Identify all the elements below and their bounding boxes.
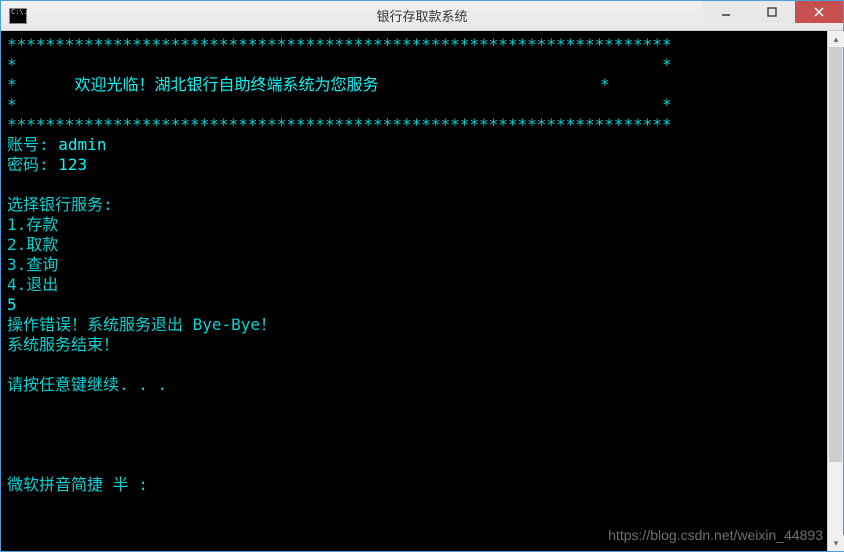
app-icon-text: C:\. bbox=[10, 9, 28, 16]
welcome-text: 欢迎光临！湖北银行自助终端系统为您服务 bbox=[74, 75, 378, 94]
app-window: C:\. 银行存取款系统 ***************************… bbox=[0, 0, 844, 552]
window-controls bbox=[703, 1, 843, 30]
menu-item-2: 2.取款 bbox=[7, 235, 58, 254]
border-left: * bbox=[7, 75, 17, 94]
minimize-icon bbox=[720, 6, 732, 18]
titlebar: C:\. 银行存取款系统 bbox=[1, 1, 843, 31]
close-icon bbox=[813, 6, 825, 18]
border-left: * bbox=[7, 55, 17, 74]
window-title: 银行存取款系统 bbox=[376, 6, 467, 25]
menu-item-3: 3.查询 bbox=[7, 255, 58, 274]
menu-item-1: 1.存款 bbox=[7, 215, 58, 234]
scroll-up-button[interactable]: ▴ bbox=[828, 31, 844, 47]
maximize-icon bbox=[766, 6, 778, 18]
ime-status: 微软拼音简捷 半 : bbox=[7, 475, 148, 494]
minimize-button[interactable] bbox=[703, 1, 749, 23]
app-icon: C:\. bbox=[9, 8, 27, 24]
scroll-thumb[interactable] bbox=[829, 47, 842, 462]
close-button[interactable] bbox=[795, 1, 843, 23]
console-output[interactable]: ****************************************… bbox=[1, 31, 843, 551]
maximize-button[interactable] bbox=[749, 1, 795, 23]
menu-item-4: 4.退出 bbox=[7, 275, 58, 294]
menu-title: 选择银行服务: bbox=[7, 195, 113, 214]
border-bottom: ****************************************… bbox=[7, 115, 672, 134]
user-input: 5 bbox=[7, 295, 17, 314]
border-top: ****************************************… bbox=[7, 35, 672, 54]
account-label: 账号: bbox=[7, 135, 49, 154]
exit-message: 系统服务结束！ bbox=[7, 335, 119, 354]
continue-prompt: 请按任意键继续. . . bbox=[7, 375, 167, 394]
password-value: 123 bbox=[58, 155, 87, 174]
error-message: 操作错误！系统服务退出 Bye-Bye！ bbox=[7, 315, 276, 334]
border-right: * bbox=[662, 55, 672, 74]
border-right: * bbox=[662, 95, 672, 114]
border-left: * bbox=[7, 95, 17, 114]
account-value: admin bbox=[58, 135, 106, 154]
scroll-down-button[interactable]: ▾ bbox=[828, 535, 844, 551]
scroll-track[interactable] bbox=[828, 47, 843, 535]
border-right: * bbox=[600, 75, 610, 94]
vertical-scrollbar[interactable]: ▴ ▾ bbox=[827, 31, 843, 551]
password-label: 密码: bbox=[7, 155, 49, 174]
